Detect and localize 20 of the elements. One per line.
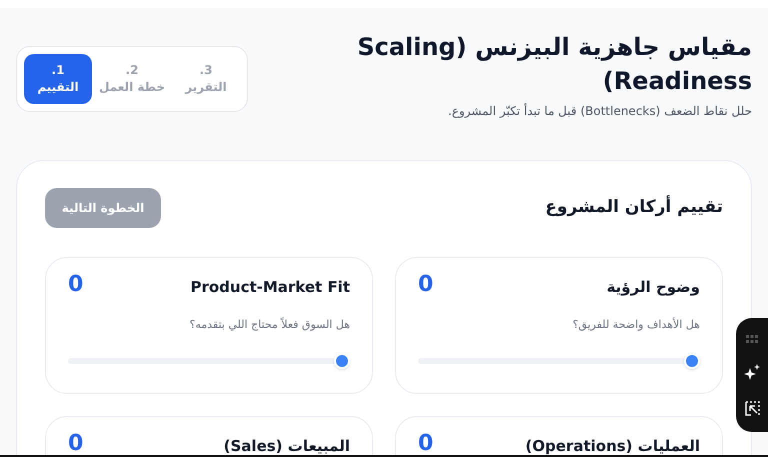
select-icon[interactable] xyxy=(744,400,760,416)
pillar-title: المبيعات (Sales) xyxy=(224,436,350,457)
pillar-score: 0 xyxy=(68,433,84,455)
pillar-question: هل الأهداف واضحة للفريق؟ xyxy=(572,318,700,330)
pillar-title: وضوح الرؤية xyxy=(606,277,700,298)
pillar-question: هل السوق فعلاً محتاج اللي بتقدمه؟ xyxy=(189,318,350,330)
page-title: مقياس جاهزية البيزنس (Scaling Readiness) xyxy=(356,32,752,97)
grid-icon[interactable] xyxy=(746,334,758,342)
panel-title: تقييم أركان المشروع xyxy=(545,195,723,220)
page-subtitle: حلل نقاط الضعف (Bottlenecks) قبل ما تبدأ تكبّر المشروع. xyxy=(447,102,752,120)
slider[interactable] xyxy=(418,352,700,368)
slider-thumb[interactable] xyxy=(334,352,350,368)
slider[interactable] xyxy=(68,352,350,368)
pillar-title: العمليات (Operations) xyxy=(525,436,700,457)
pillar-score: 0 xyxy=(418,433,434,455)
slider-thumb[interactable] xyxy=(684,352,700,368)
pillar-title: Product-Market Fit xyxy=(190,277,350,298)
pillar-score: 0 xyxy=(418,274,434,296)
sparkle-icon[interactable] xyxy=(744,364,760,380)
pillar-score: 0 xyxy=(68,274,84,296)
